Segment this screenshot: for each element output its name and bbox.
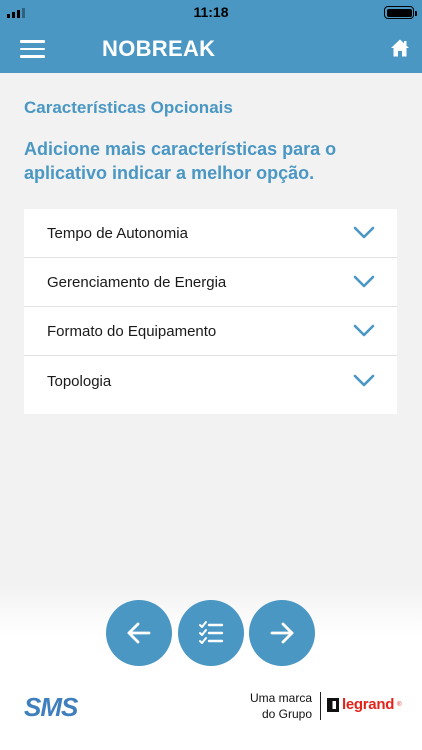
status-time: 11:18	[193, 4, 229, 20]
hamburger-menu-icon[interactable]	[20, 40, 45, 58]
legrand-logo: legrand ®	[327, 696, 402, 713]
legrand-name: legrand	[342, 696, 395, 713]
battery-icon	[384, 6, 417, 19]
arrow-right-icon	[270, 622, 294, 644]
checklist-button[interactable]	[178, 600, 244, 666]
brand-divider	[320, 692, 321, 720]
app-title: NOBREAK	[102, 36, 216, 61]
section-title: Características Opcionais	[24, 98, 233, 117]
status-bar: 11:18	[0, 0, 422, 24]
option-label: Topologia	[47, 372, 112, 390]
option-gerenciamento-de-energia[interactable]: Gerenciamento de Energia	[24, 258, 397, 307]
brand-line1: Uma marca	[249, 691, 312, 705]
legrand-mark-icon	[327, 697, 339, 712]
section-description: Adicione mais características para o apl…	[24, 139, 337, 183]
registered-mark: ®	[397, 701, 402, 708]
back-button[interactable]	[106, 600, 172, 666]
chevron-down-icon[interactable]	[353, 226, 375, 240]
option-topologia[interactable]: Topologia	[24, 356, 397, 414]
next-button[interactable]	[249, 600, 315, 666]
checklist-icon	[199, 621, 224, 644]
app-header: NOBREAK	[0, 24, 422, 73]
chevron-down-icon[interactable]	[353, 374, 375, 388]
chevron-down-icon[interactable]	[353, 275, 375, 289]
home-icon[interactable]	[390, 38, 410, 58]
arrow-left-icon	[127, 622, 151, 644]
option-tempo-de-autonomia[interactable]: Tempo de Autonomia	[24, 209, 397, 258]
option-label: Tempo de Autonomia	[47, 224, 188, 242]
option-label: Gerenciamento de Energia	[47, 273, 227, 291]
options-list: Tempo de Autonomia Gerenciamento de Ener…	[24, 209, 397, 414]
chevron-down-icon[interactable]	[353, 324, 375, 338]
sms-logo: SMS	[24, 692, 78, 722]
option-formato-do-equipamento[interactable]: Formato do Equipamento	[24, 307, 397, 356]
option-label: Formato do Equipamento	[47, 322, 217, 340]
brand-line2: do Grupo	[261, 707, 312, 721]
brand-text: Uma marca do Grupo	[240, 690, 312, 722]
